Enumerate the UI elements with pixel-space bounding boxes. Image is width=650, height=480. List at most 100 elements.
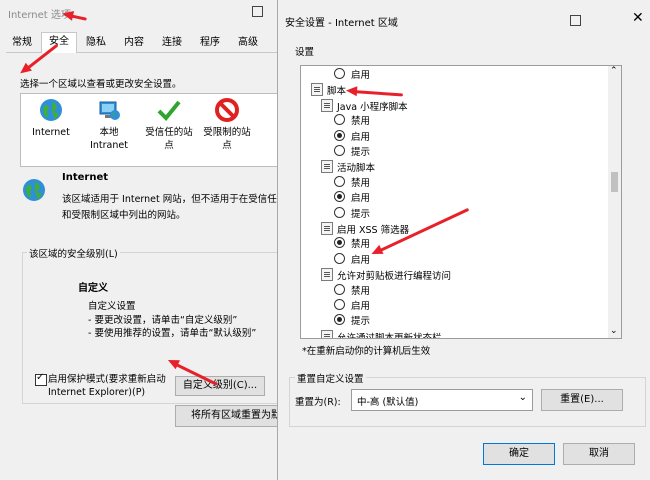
protected-mode-label: 启用保护模式(要求重新启动 Internet Explorer)(P) — [48, 374, 166, 398]
reset-group-label: 重置自定义设置 — [295, 371, 366, 385]
radio-checked-icon[interactable] — [334, 129, 345, 141]
tree-folder-item: 脚本 — [311, 83, 346, 98]
tree-radio-option[interactable]: 启用 — [334, 129, 371, 145]
zone-restricted-sites[interactable]: 受限制的站 点 — [197, 98, 257, 152]
custom-title: 自定义 — [78, 283, 108, 294]
dialog-icon — [570, 15, 581, 26]
reset-button[interactable]: 重置(E)... — [541, 389, 623, 411]
tree-radio-option[interactable]: 提示 — [334, 314, 370, 329]
tree-item-label: 启用 — [351, 193, 371, 205]
tree-item-label: 启用 — [351, 301, 371, 312]
radio-unchecked-icon[interactable] — [334, 252, 345, 264]
tab-security[interactable]: 安全 — [41, 32, 77, 53]
custom-line-1: 自定义设置 — [88, 301, 136, 312]
tab-general[interactable]: 常规 — [6, 34, 38, 51]
tab-advanced[interactable]: 高级 — [232, 34, 264, 51]
settings-folder-icon — [321, 329, 333, 338]
settings-tree[interactable]: 启用 脚本 Java 小程序脚本 禁用 启用 提示 活动脚本 禁用 启用 提示 启用 XSS 筛选器… — [300, 65, 622, 339]
internet-options-window: Internet 选项 常规 安全 隐私 内容 连接 程序 高级 选择一个区域以… — [0, 0, 297, 480]
tree-item-label: 允许对剪贴板进行编程访问 — [337, 271, 452, 283]
zone-instruction: 选择一个区域以查看或更改安全设置。 — [20, 79, 182, 90]
tree-radio-option[interactable]: 禁用 — [334, 175, 371, 191]
tab-privacy[interactable]: 隐私 — [80, 34, 112, 51]
tree-item-label: 提示 — [351, 208, 371, 220]
radio-checked-icon[interactable] — [334, 314, 345, 326]
custom-line-3: - 要使用推荐的设置，请单击“默认级别” — [88, 328, 257, 339]
reset-to-label: 重置为(R): — [295, 397, 341, 408]
tree-folder-item: 活动脚本 — [321, 160, 375, 175]
zone-description: 该区域适用于 Internet 网站，但不适用于在受信任 和受限制区域中列出的网… — [62, 194, 277, 221]
zone-internet[interactable]: Internet — [21, 98, 81, 139]
radio-unchecked-icon[interactable] — [334, 145, 345, 156]
scroll-thumb[interactable] — [611, 172, 618, 192]
radio-checked-icon[interactable] — [334, 191, 345, 203]
custom-line-2: - 要更改设置，请单击“自定义级别” — [88, 315, 238, 326]
zone-heading: Internet — [62, 172, 109, 183]
tree-item-label: 启用 — [351, 70, 371, 81]
radio-checked-icon[interactable] — [334, 237, 345, 249]
select-value: 中-高 (默认值) — [357, 397, 419, 408]
ok-button[interactable]: 确定 — [483, 443, 555, 465]
tree-item-label: 启用 — [351, 131, 371, 143]
zone-trusted-sites[interactable]: 受信任的站 点 — [139, 98, 199, 152]
tree-radio-option[interactable]: 禁用 — [334, 114, 370, 129]
tree-radio-option[interactable]: 禁用 — [334, 237, 370, 252]
chevron-down-icon: ⌄ — [518, 392, 527, 403]
tree-item-label: 禁用 — [351, 116, 371, 128]
scroll-down-icon[interactable]: ⌄ — [610, 326, 618, 336]
settings-label: 设置 — [295, 47, 315, 58]
tree-radio-option[interactable]: 提示 — [334, 145, 370, 160]
cancel-button[interactable]: 取消 — [563, 443, 635, 465]
dialog-title: 安全设置 - Internet 区域 — [285, 18, 398, 29]
tab-programs[interactable]: 程序 — [194, 34, 226, 51]
settings-folder-icon — [321, 160, 333, 174]
radio-unchecked-icon[interactable] — [334, 206, 345, 218]
tree-item-label: 脚本 — [327, 86, 347, 98]
tree-radio-option[interactable]: 启用 — [334, 191, 370, 206]
radio-unchecked-icon[interactable] — [334, 283, 345, 295]
zone-label: 本地 Intranet — [90, 127, 128, 151]
vertical-scrollbar[interactable]: ⌃ ⌄ — [608, 66, 621, 338]
tree-radio-option[interactable]: 提示 — [334, 206, 371, 222]
internet-zone-icon — [22, 178, 46, 205]
zone-local-intranet[interactable]: 本地 Intranet — [79, 98, 139, 152]
zone-list: Internet 本地 Intranet 受信任的站 点 受限制的站 点 — [20, 93, 278, 167]
tab-content[interactable]: 内容 — [118, 34, 150, 51]
tree-item-label: 启用 XSS 筛选器 — [337, 225, 410, 236]
tree-item-label: 提示 — [351, 147, 371, 158]
tree-item-label: 禁用 — [351, 239, 371, 251]
zone-label: 受限制的站 点 — [203, 127, 251, 151]
tab-connections[interactable]: 连接 — [156, 34, 188, 51]
tree-item-label: 提示 — [351, 316, 371, 328]
tree-folder-item: Java 小程序脚本 — [321, 98, 408, 114]
protected-mode-checkbox[interactable] — [35, 372, 47, 388]
tree-folder-item: 启用 XSS 筛选器 — [321, 222, 409, 237]
scroll-up-icon[interactable]: ⌃ — [610, 66, 618, 76]
restricted-icon — [215, 98, 239, 122]
tree-item-label: 活动脚本 — [337, 163, 376, 175]
settings-folder-icon — [311, 83, 323, 97]
tree-radio-option[interactable]: 启用 — [334, 252, 371, 268]
custom-level-button[interactable]: 自定义级别(C)... — [175, 376, 265, 396]
settings-folder-icon — [321, 268, 333, 282]
radio-unchecked-icon[interactable] — [334, 114, 345, 126]
tree-item-label: 允许通过脚本更新状态栏 — [337, 332, 442, 339]
tree-radio-option[interactable]: 启用 — [334, 68, 370, 83]
radio-unchecked-icon[interactable] — [334, 175, 345, 187]
tree-radio-option[interactable]: 禁用 — [334, 283, 371, 299]
tree-folder-item: 允许对剪贴板进行编程访问 — [321, 268, 451, 283]
tree-folder-item: 允许通过脚本更新状态栏 — [321, 329, 442, 339]
globe-icon — [39, 98, 63, 122]
tree-item-label: 禁用 — [351, 285, 371, 297]
zone-label: Internet — [32, 127, 70, 138]
checkmark-icon — [157, 98, 181, 122]
radio-unchecked-icon[interactable] — [334, 68, 345, 79]
reset-to-select[interactable]: 中-高 (默认值) ⌄ — [351, 389, 533, 411]
tree-item-label: 启用 — [351, 254, 371, 266]
dialog-icon — [252, 6, 263, 17]
radio-unchecked-icon[interactable] — [334, 299, 345, 310]
tree-item-label: 禁用 — [351, 177, 371, 189]
tree-radio-option[interactable]: 启用 — [334, 299, 370, 314]
restart-note: *在重新启动你的计算机后生效 — [302, 346, 431, 357]
close-icon[interactable]: ✕ — [632, 10, 644, 26]
